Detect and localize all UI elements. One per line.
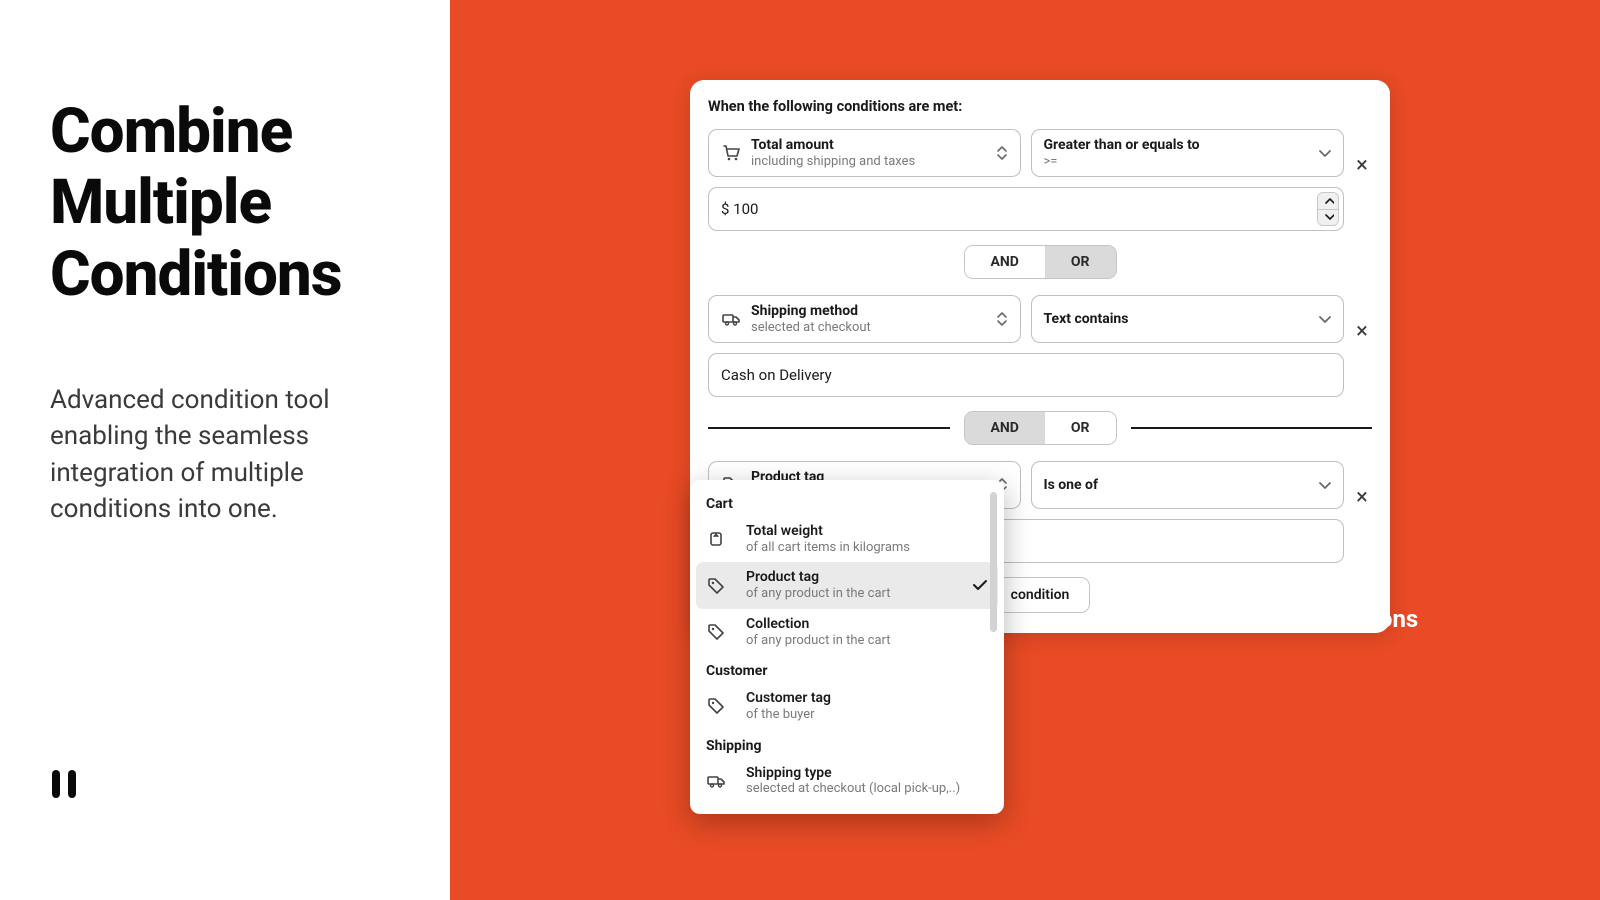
item-title: Total weight <box>746 523 910 540</box>
field-select-total-amount[interactable]: Total amount including shipping and taxe… <box>708 129 1021 177</box>
popover-item-customer-tag[interactable]: Customer tag of the buyer <box>696 683 998 729</box>
operator-select-gte[interactable]: Greater than or equals to >= <box>1031 129 1345 177</box>
field-title: Total amount <box>751 137 915 154</box>
sort-icon <box>992 143 1008 163</box>
joiner-or-button[interactable]: OR <box>1045 246 1116 278</box>
popover-item-product-tag[interactable]: Product tag of any product in the cart <box>696 562 998 608</box>
operator-subtitle: >= <box>1044 154 1200 170</box>
item-title: Product tag <box>746 569 891 586</box>
joiner-1: AND OR <box>708 245 1372 279</box>
add-condition-button[interactable]: condition <box>990 577 1091 613</box>
chevron-down-icon <box>1315 475 1331 495</box>
remove-condition-button[interactable]: × <box>1350 473 1374 521</box>
truck-icon <box>706 771 726 791</box>
scale-icon <box>706 529 726 549</box>
field-title: Shipping method <box>751 303 871 320</box>
operator-title: Text contains <box>1044 311 1129 328</box>
operator-title: Is one of <box>1044 477 1098 494</box>
popover-item-shipping-type[interactable]: Shipping type selected at checkout (loca… <box>696 758 998 804</box>
item-subtitle: of all cart items in kilograms <box>746 540 910 556</box>
item-subtitle: of the buyer <box>746 707 831 723</box>
tag-icon <box>706 576 726 596</box>
card-heading: When the following conditions are met: <box>708 98 1372 115</box>
popover-group-shipping: Shipping <box>696 730 998 758</box>
popover-scrollbar[interactable] <box>990 492 997 632</box>
popover-group-customer: Customer <box>696 655 998 683</box>
cart-icon <box>721 143 741 163</box>
joiner-and-button[interactable]: AND <box>965 246 1045 278</box>
popover-item-total-weight[interactable]: Total weight of all cart items in kilogr… <box>696 516 998 562</box>
truck-icon <box>721 309 741 329</box>
item-subtitle: of any product in the cart <box>746 586 891 602</box>
popover-group-cart: Cart <box>696 488 998 516</box>
value-input-amount[interactable]: $ 100 <box>708 187 1344 231</box>
condition-block-2: Shipping method selected at checkout Tex… <box>708 295 1372 397</box>
check-icon <box>970 575 988 597</box>
operator-select-one-of[interactable]: Is one of <box>1031 461 1345 509</box>
remove-condition-button[interactable]: × <box>1350 307 1374 355</box>
more-conditions-note: ...and 20+ more conditions <box>1130 605 1418 633</box>
sort-icon <box>992 309 1008 329</box>
item-title: Customer tag <box>746 690 831 707</box>
number-stepper <box>1317 192 1339 226</box>
joiner-or-button[interactable]: OR <box>1045 412 1116 444</box>
field-select-shipping-method[interactable]: Shipping method selected at checkout <box>708 295 1021 343</box>
item-subtitle: selected at checkout (local pick-up,..) <box>746 781 960 797</box>
joiner-and-button[interactable]: AND <box>965 412 1045 444</box>
chevron-down-icon <box>1315 143 1331 163</box>
currency-prefix: $ <box>721 200 729 218</box>
headline: Combine Multiple Conditions <box>50 96 400 310</box>
tag-icon <box>706 622 726 642</box>
operator-select-contains[interactable]: Text contains <box>1031 295 1345 343</box>
value-input-text[interactable]: Cash on Delivery <box>708 353 1344 397</box>
tag-icon <box>706 696 726 716</box>
field-dropdown-popover: Cart Total weight of all cart items in k… <box>690 480 1004 814</box>
stepper-up[interactable] <box>1318 193 1338 210</box>
joiner-2: AND OR <box>708 411 1372 445</box>
field-subtitle: selected at checkout <box>751 320 871 336</box>
item-title: Collection <box>746 616 891 633</box>
popover-item-collection[interactable]: Collection of any product in the cart <box>696 609 998 655</box>
operator-title: Greater than or equals to <box>1044 137 1200 154</box>
stepper-down[interactable] <box>1318 210 1338 226</box>
item-subtitle: of any product in the cart <box>746 633 891 649</box>
item-title: Shipping type <box>746 765 960 782</box>
value-text: 100 <box>733 200 758 218</box>
chevron-down-icon <box>1315 309 1331 329</box>
condition-block-1: Total amount including shipping and taxe… <box>708 129 1372 231</box>
subtitle: Advanced condition tool enabling the sea… <box>50 382 400 528</box>
remove-condition-button[interactable]: × <box>1350 141 1374 189</box>
brand-logo <box>50 766 78 800</box>
field-subtitle: including shipping and taxes <box>751 154 915 170</box>
value-text: Cash on Delivery <box>721 366 832 384</box>
